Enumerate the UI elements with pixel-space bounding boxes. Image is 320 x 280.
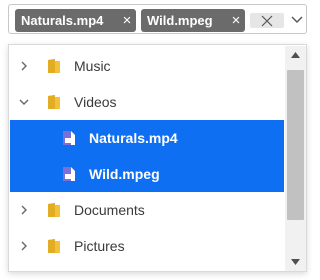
- chip-remove-icon[interactable]: ×: [118, 9, 136, 32]
- chip-naturals: Naturals.mp4 ×: [15, 9, 136, 32]
- tree-item-music[interactable]: Music: [10, 48, 284, 84]
- chevron-right-icon[interactable]: [16, 202, 32, 218]
- scroll-down-button[interactable]: [285, 253, 306, 271]
- video-file-icon: [63, 167, 75, 181]
- tree-item-label: Music: [74, 58, 111, 74]
- scroll-up-button[interactable]: [285, 46, 306, 64]
- chip-wild: Wild.mpeg ×: [141, 9, 245, 32]
- chip-label: Naturals.mp4: [21, 13, 104, 28]
- dropdown-popup: Music Videos Naturals.mp4 Wild.mpeg Docu…: [8, 44, 307, 272]
- folder-icon: [48, 95, 60, 109]
- chevron-down-icon[interactable]: [16, 94, 32, 110]
- clear-all-button[interactable]: [250, 13, 284, 28]
- folder-icon: [48, 203, 60, 217]
- selected-values-bar[interactable]: Naturals.mp4 × Wild.mpeg ×: [8, 4, 307, 34]
- chevron-down-icon: [291, 16, 303, 23]
- dropdown-tree: Naturals.mp4 × Wild.mpeg × Music Videos …: [0, 0, 315, 280]
- chip-label: Wild.mpeg: [147, 13, 213, 28]
- tree-item-naturals-mp4[interactable]: Naturals.mp4: [10, 120, 284, 156]
- tree-item-label: Videos: [74, 94, 117, 110]
- video-file-icon: [63, 131, 75, 145]
- arrow-down-icon: [291, 259, 300, 265]
- arrow-up-icon: [291, 52, 300, 58]
- folder-icon: [48, 59, 60, 73]
- folder-icon: [48, 239, 60, 253]
- tree-item-documents[interactable]: Documents: [10, 192, 284, 228]
- chip-remove-icon[interactable]: ×: [227, 9, 245, 32]
- chevron-right-icon[interactable]: [16, 58, 32, 74]
- tree-item-wild-mpeg[interactable]: Wild.mpeg: [10, 156, 284, 192]
- tree-item-label: Naturals.mp4: [89, 130, 178, 146]
- tree-item-label: Documents: [74, 202, 145, 218]
- tree-item-label: Pictures: [74, 238, 125, 254]
- scrollbar-thumb[interactable]: [287, 70, 304, 220]
- vertical-scrollbar[interactable]: [285, 46, 306, 271]
- close-icon: [261, 15, 273, 26]
- tree-item-videos[interactable]: Videos: [10, 84, 284, 120]
- dropdown-toggle-button[interactable]: [289, 11, 305, 29]
- tree-item-pictures[interactable]: Pictures: [10, 228, 284, 264]
- tree-item-label: Wild.mpeg: [89, 166, 160, 182]
- chevron-right-icon[interactable]: [16, 238, 32, 254]
